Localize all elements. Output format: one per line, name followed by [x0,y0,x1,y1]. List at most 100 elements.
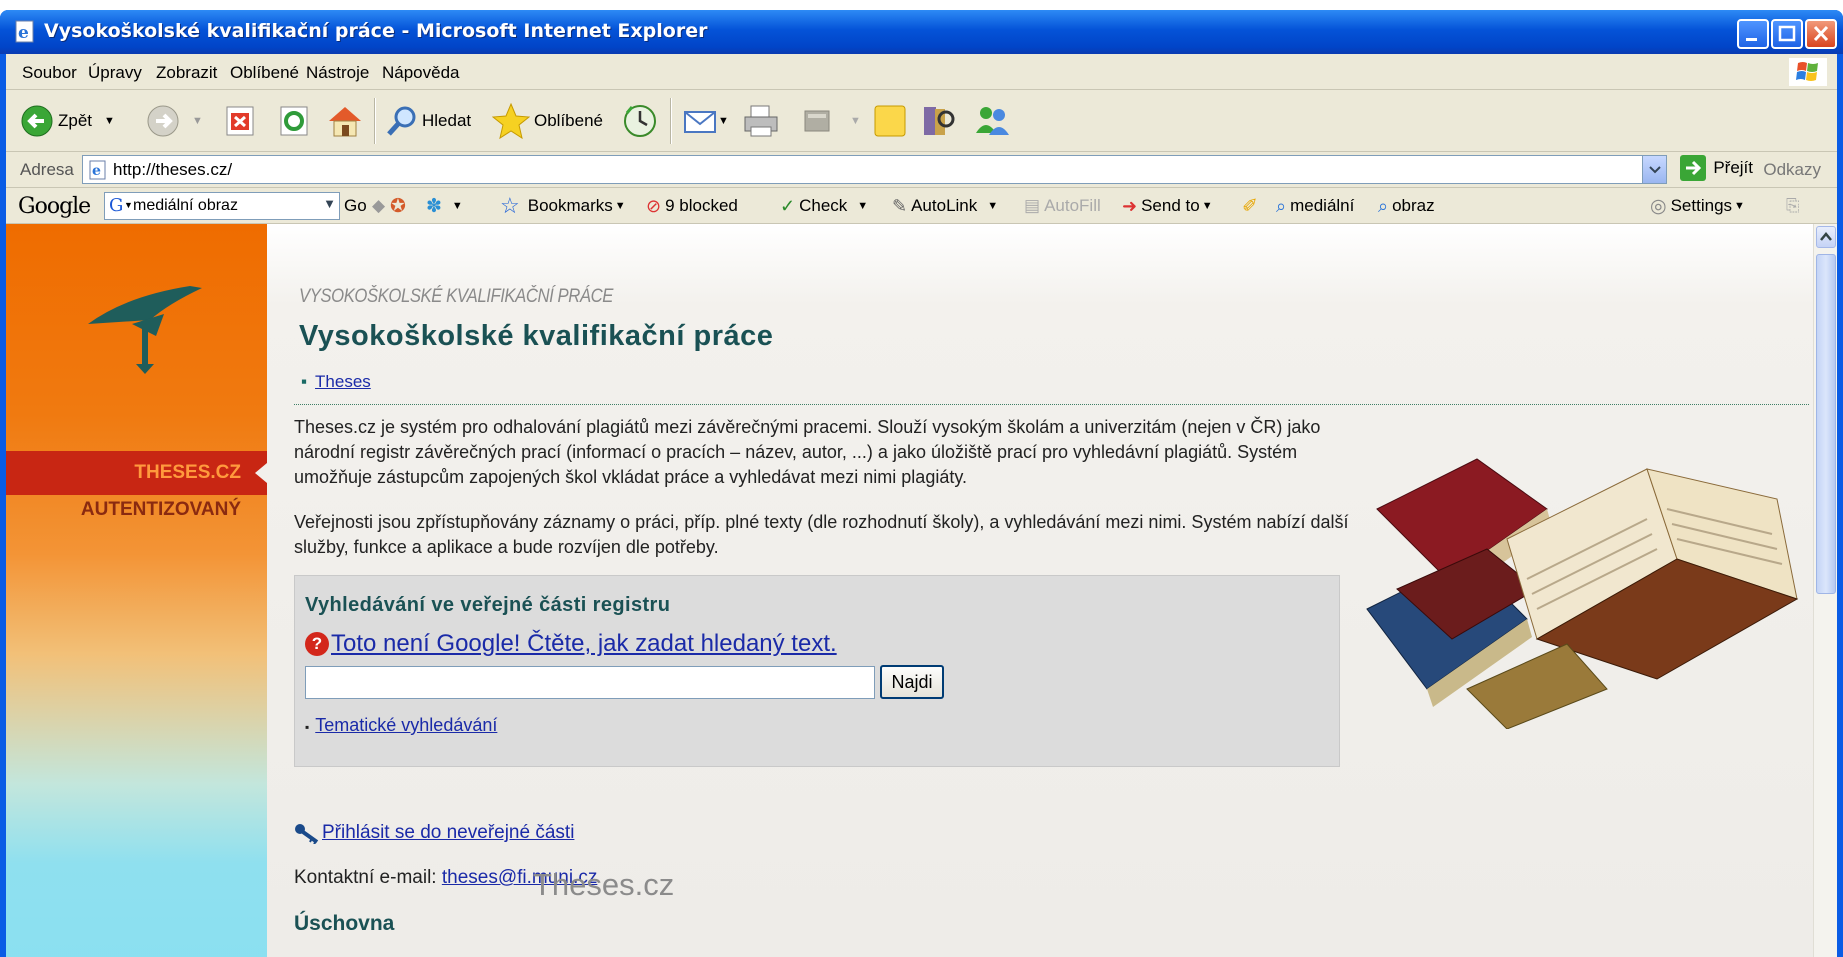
site-kicker: VYSOKOŠKOLSKÉ KVALIFIKAČNÍ PRÁCE [299,286,613,307]
menu-edit[interactable]: Úpravy [88,63,142,83]
back-label: Zpět [58,111,93,130]
search-submit-button[interactable]: Najdi [880,665,944,699]
google-g-icon: G [109,195,124,216]
page-viewport: THESES.CZ AUTENTIZOVANÝ VYSOKOŠKOLSKÉ KV… [6,224,1837,957]
notes-button[interactable] [872,90,908,152]
mail-icon [684,111,716,133]
mail-dropdown-icon[interactable]: ▼ [718,115,729,127]
forward-arrow-icon [147,105,179,137]
menu-favorites[interactable]: Oblíbené [230,63,299,83]
history-button[interactable] [622,90,658,152]
research-button[interactable] [920,90,956,152]
edit-icon [804,110,830,132]
back-dropdown-icon[interactable]: ▼ [104,115,115,127]
stop-icon [226,106,254,136]
google-g-dropdown-icon[interactable]: ▼ [124,200,133,210]
vertical-scrollbar[interactable] [1813,224,1837,957]
google-search-input[interactable]: G ▼ mediální obraz ▼ [104,192,340,220]
toolbar-options-icon[interactable]: ⎘ [1786,188,1800,224]
search-input[interactable] [305,666,875,699]
scroll-thumb[interactable] [1816,254,1836,594]
google-logo[interactable]: Google [18,188,91,224]
bullet: ▪ [301,372,308,391]
windows-flag-icon [1789,58,1827,86]
print-button[interactable] [742,90,780,152]
bookmark-star-icon: ☆ [500,193,520,218]
google-pagerank-icon[interactable]: ✪ [390,188,406,224]
refresh-icon [280,106,308,136]
messenger-button[interactable] [972,90,1012,152]
messenger-icon [976,107,1009,135]
standard-toolbar: Zpět ▼ ▼ Hledat Oblíbené ▼ ▼ [6,90,1837,152]
autofill-button[interactable]: ▤ AutoFill [1024,188,1101,224]
search-panel-title: Vyhledávání ve veřejné části registru [305,594,671,616]
search-term-2[interactable]: ⌕ obraz [1378,188,1435,224]
scroll-up-button[interactable] [1816,226,1836,248]
edit-button[interactable]: ▼ [802,90,861,152]
favorites-button[interactable]: Oblíbené [492,90,603,152]
highlighter-icon: ✐ [1242,195,1258,217]
chevron-down-icon [1649,166,1661,174]
google-go-button[interactable]: Go [344,188,367,224]
login-row: Přihlásit se do neveřejné části [294,822,574,844]
history-icon [624,105,656,137]
forward-button[interactable]: ▼ [146,90,203,152]
search-help-link[interactable]: Toto není Google! Čtěte, jak zadat hleda… [331,630,837,658]
topic-search: ▪ Tematické vyhledávání [305,715,497,736]
stop-button[interactable] [224,90,256,152]
go-arrow-icon [1680,155,1707,181]
google-popup-icon[interactable]: ✽ ▼ [426,188,463,224]
contact-label: Kontaktní e-mail: [294,867,442,888]
autolink-button[interactable]: ✎ AutoLink ▼ [892,188,998,224]
main-content: VYSOKOŠKOLSKÉ KVALIFIKAČNÍ PRÁCE Vysokoš… [267,224,1813,957]
autolink-wand-icon: ✎ [892,195,908,216]
sendto-icon: ➜ [1122,195,1138,216]
settings-icon: ◎ [1650,195,1667,217]
term-search-icon: ⌕ [1378,195,1389,216]
google-query-dropdown-icon[interactable]: ▼ [323,196,336,211]
nav-item-label: AUTENTIZOVANÝ [80,499,241,520]
nav-item-authenticated[interactable]: AUTENTIZOVANÝ [6,499,267,521]
nav-item-theses[interactable]: THESES.CZ [6,451,267,495]
settings-button[interactable]: ◎ Settings ▼ [1650,188,1745,224]
star-icon [492,102,530,140]
graduation-cap-logo [88,286,202,374]
public-search-panel: Vyhledávání ve veřejné části registru ? … [294,575,1340,767]
close-icon [1813,25,1829,42]
address-input[interactable]: e http://theses.cz/ [82,155,1667,184]
mail-button[interactable]: ▼ [682,90,729,152]
sendto-button[interactable]: ➜ Send to ▼ [1122,188,1213,224]
maximize-button[interactable] [1771,19,1803,49]
address-dropdown-button[interactable] [1642,156,1666,183]
refresh-button[interactable] [278,90,310,152]
title-bar[interactable]: e Vysokoškolské kvalifikační práce - Mic… [0,10,1843,54]
browser-window: e Vysokoškolské kvalifikační práce - Mic… [0,10,1843,957]
divider [294,404,1809,405]
menu-tools[interactable]: Nástroje [306,63,369,83]
menu-view[interactable]: Zobrazit [156,63,217,83]
bookmarks-button[interactable]: ☆ Bookmarks ▼ [500,188,626,224]
search-button[interactable]: Hledat [384,90,471,152]
popup-blocker-button[interactable]: ⊘ 9 blocked [646,188,738,224]
menu-help[interactable]: Nápověda [382,63,460,83]
links-button[interactable]: Odkazy [1763,160,1821,180]
login-link[interactable]: Přihlásit se do neveřejné části [322,822,574,844]
minimize-button[interactable] [1737,19,1769,49]
chevron-up-icon [1820,232,1832,241]
back-button[interactable]: Zpět ▼ [20,90,115,152]
search-term-1[interactable]: ⌕ mediální [1276,188,1354,224]
active-marker [255,463,267,483]
menu-file[interactable]: Soubor [22,63,77,83]
breadcrumb-theses-link[interactable]: Theses [315,372,371,391]
intro-paragraph: Theses.cz je systém pro odhalování plagi… [294,417,1321,487]
sticky-note-icon [874,105,906,137]
highlight-button[interactable]: ✐ [1242,188,1258,224]
spellcheck-button[interactable]: ✓ Check ▼ [780,188,868,224]
google-news-icon[interactable]: ◆ [372,188,385,224]
close-button[interactable] [1805,19,1837,49]
go-button[interactable]: Přejít [1679,154,1753,182]
home-button[interactable] [326,90,364,152]
address-bar: Adresa e http://theses.cz/ Přejít Odkazy [6,152,1837,188]
edit-dropdown-icon: ▼ [850,115,861,127]
topic-search-link[interactable]: Tematické vyhledávání [315,715,497,735]
